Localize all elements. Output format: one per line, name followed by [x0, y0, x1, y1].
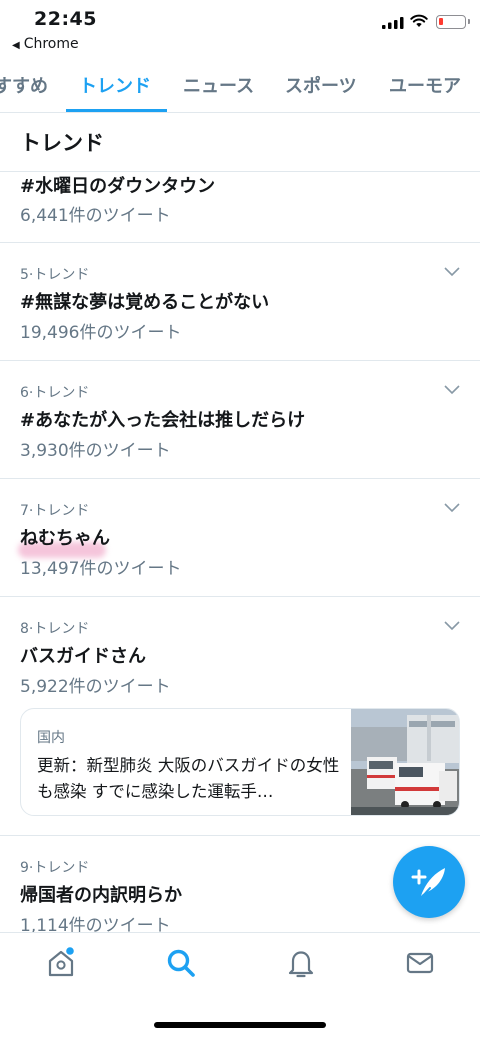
back-app-label: Chrome — [23, 36, 79, 52]
chevron-down-icon[interactable] — [444, 503, 460, 513]
trend-name: #無謀な夢は覚めることがない — [20, 292, 270, 313]
section-title: トレンド — [20, 131, 104, 155]
home-indicator — [154, 1022, 326, 1028]
messages-envelope-icon[interactable] — [404, 947, 436, 979]
trend-rank: 8·トレンド — [20, 621, 90, 637]
active-tab-indicator — [66, 109, 167, 112]
tab-trends[interactable]: トレンド — [79, 72, 151, 98]
trend-tweet-count: 13,497件のツイート — [20, 559, 182, 579]
trend-rank: 9·トレンド — [20, 860, 90, 876]
cellular-signal-icon — [382, 17, 404, 29]
trend-name: #水曜日のダウンタウン — [20, 176, 216, 197]
trend-tweet-count: 6,441件のツイート — [20, 206, 171, 226]
trend-rank: 6·トレンド — [20, 385, 90, 401]
wifi-icon — [410, 14, 428, 27]
trend-tweet-count: 3,930件のツイート — [20, 441, 171, 461]
compose-tweet-button[interactable] — [393, 846, 465, 918]
chevron-down-icon[interactable] — [444, 267, 460, 277]
trend-name: ねむちゃん — [20, 528, 110, 549]
news-headline: 更新：新型肺炎 大阪のバスガイドの女性も感染 すでに感染した運転手… — [37, 756, 340, 801]
trend-item[interactable]: #水曜日のダウンタウン 6,441件のツイート — [0, 172, 480, 242]
back-arrow-icon: ◀ — [12, 40, 20, 51]
trend-rank: 5·トレンド — [20, 267, 90, 283]
chevron-down-icon[interactable] — [444, 385, 460, 395]
battery-icon — [436, 15, 470, 29]
trend-item[interactable]: 6·トレンド #あなたが入った会社は推しだらけ 3,930件のツイート — [0, 361, 480, 478]
tab-humor[interactable]: ユーモア — [389, 72, 461, 98]
trend-name: #あなたが入った会社は推しだらけ — [20, 410, 306, 431]
trend-item[interactable]: 5·トレンド #無謀な夢は覚めることがない 19,496件のツイート — [0, 243, 480, 360]
status-bar: 22:45 ◀ Chrome — [0, 0, 480, 56]
status-time: 22:45 — [34, 8, 97, 30]
trend-name: バスガイドさん — [20, 646, 146, 667]
news-category: 国内 — [37, 730, 65, 746]
trend-tweet-count: 19,496件のツイート — [20, 323, 182, 343]
search-icon[interactable] — [165, 947, 197, 979]
compose-tweet-icon — [411, 868, 445, 899]
explore-tabs: すすめ トレンド ニュース スポーツ ユーモア — [0, 56, 480, 113]
tab-news[interactable]: ニュース — [183, 72, 254, 98]
news-card[interactable]: 国内 更新：新型肺炎 大阪のバスガイドの女性も感染 すでに感染した運転手… — [20, 708, 460, 816]
back-to-app-button[interactable]: ◀ Chrome — [12, 36, 79, 52]
trend-name: 帰国者の内訳明らか — [20, 885, 182, 906]
news-thumbnail — [351, 709, 459, 815]
trend-item[interactable]: 7·トレンド ねむちゃん 13,497件のツイート — [0, 479, 480, 596]
tab-recommended[interactable]: すすめ — [0, 72, 48, 98]
notifications-bell-icon[interactable] — [285, 947, 317, 979]
chevron-down-icon[interactable] — [444, 621, 460, 631]
home-icon[interactable] — [45, 947, 77, 979]
trend-rank: 7·トレンド — [20, 503, 90, 519]
tab-sports[interactable]: スポーツ — [285, 72, 357, 98]
trend-tweet-count: 5,922件のツイート — [20, 677, 171, 697]
